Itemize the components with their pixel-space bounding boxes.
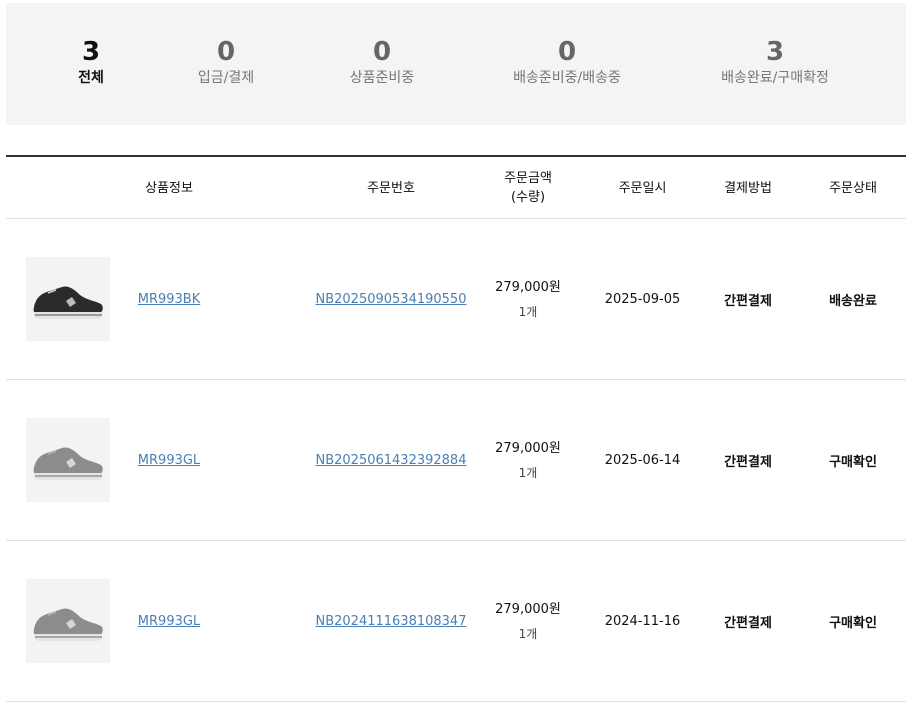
status-count: 3 bbox=[81, 37, 101, 67]
order-status: 구매확인 bbox=[829, 455, 877, 470]
status-tab-all[interactable]: 3 전체 bbox=[69, 37, 113, 87]
payment-method: 간편결제 bbox=[724, 616, 772, 631]
order-quantity: 1개 bbox=[518, 626, 538, 641]
order-status: 배송완료 bbox=[829, 294, 877, 309]
header-status: 주문상태 bbox=[829, 180, 877, 196]
status-label: 전체 bbox=[78, 70, 104, 86]
sneaker-icon bbox=[33, 608, 103, 641]
header-amount-line1: 주문금액 bbox=[504, 171, 552, 186]
header-product-info: 상품정보 bbox=[145, 180, 193, 196]
order-status-summary: 3 전체 0 입금/결제 0 상품준비중 0 배송준비중/배송중 3 배송완료/… bbox=[6, 3, 906, 125]
status-count: 0 bbox=[216, 37, 236, 67]
header-order-no: 주문번호 bbox=[367, 180, 415, 196]
status-tab-preparing[interactable]: 0 상품준비중 bbox=[337, 37, 427, 87]
order-number-link[interactable]: NB2024111638108347 bbox=[316, 614, 467, 629]
order-amount: 279,000원 bbox=[495, 279, 561, 295]
status-count: 0 bbox=[372, 37, 392, 67]
product-thumbnail[interactable] bbox=[26, 418, 110, 502]
order-quantity: 1개 bbox=[518, 465, 538, 480]
product-thumbnail[interactable] bbox=[26, 257, 110, 341]
payment-method: 간편결제 bbox=[724, 455, 772, 470]
status-label: 상품준비중 bbox=[349, 70, 415, 86]
status-tab-delivered[interactable]: 3 배송완료/구매확정 bbox=[704, 37, 846, 87]
table-row: MR993GL NB2025061432392884 279,000원 1개 2… bbox=[6, 380, 906, 541]
product-name-link[interactable]: MR993GL bbox=[138, 614, 200, 629]
order-date: 2025-06-14 bbox=[604, 453, 681, 468]
order-table: 상품정보 주문번호 주문금액 (수량) 주문일시 결제방법 주문상태 MR993… bbox=[6, 155, 906, 702]
payment-method: 간편결제 bbox=[724, 294, 772, 309]
header-payment: 결제방법 bbox=[724, 180, 772, 196]
sneaker-icon bbox=[33, 447, 103, 480]
table-row: MR993BK NB2025090534190550 279,000원 1개 2… bbox=[6, 219, 906, 380]
header-amount: 주문금액 (수량) bbox=[480, 157, 576, 219]
order-number-link[interactable]: NB2025061432392884 bbox=[316, 453, 467, 468]
table-header: 상품정보 주문번호 주문금액 (수량) 주문일시 결제방법 주문상태 bbox=[6, 157, 906, 219]
order-date: 2024-11-16 bbox=[604, 614, 681, 629]
order-status: 구매확인 bbox=[829, 616, 877, 631]
sneaker-icon bbox=[33, 286, 103, 319]
header-order-date: 주문일시 bbox=[618, 180, 667, 196]
order-number-link[interactable]: NB2025090534190550 bbox=[316, 292, 467, 307]
status-count: 0 bbox=[557, 37, 577, 67]
order-date: 2025-09-05 bbox=[604, 292, 681, 307]
table-row: MR993GL NB2024111638108347 279,000원 1개 2… bbox=[6, 541, 906, 702]
status-tab-payment[interactable]: 0 입금/결제 bbox=[186, 37, 266, 87]
status-count: 3 bbox=[765, 37, 785, 67]
status-label: 입금/결제 bbox=[197, 70, 255, 86]
status-label: 배송준비중/배송중 bbox=[513, 70, 621, 86]
order-amount: 279,000원 bbox=[495, 601, 561, 617]
header-amount-line2: (수량) bbox=[510, 190, 546, 205]
order-quantity: 1개 bbox=[518, 304, 538, 319]
product-name-link[interactable]: MR993GL bbox=[138, 453, 200, 468]
product-thumbnail[interactable] bbox=[26, 579, 110, 663]
order-amount: 279,000원 bbox=[495, 440, 561, 456]
status-tab-shipping[interactable]: 0 배송준비중/배송중 bbox=[496, 37, 638, 87]
status-label: 배송완료/구매확정 bbox=[721, 70, 829, 86]
product-name-link[interactable]: MR993BK bbox=[138, 292, 201, 307]
